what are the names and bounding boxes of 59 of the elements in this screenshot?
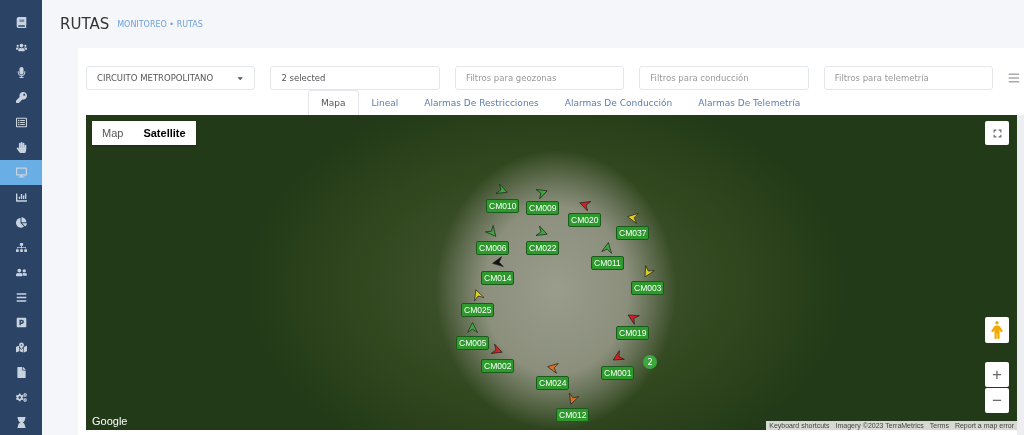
map-logo: Google (92, 415, 128, 427)
hourglass-icon (15, 417, 27, 428)
filter-field[interactable]: Filtros para geozonas (454, 66, 625, 90)
tab[interactable]: Lineal (358, 90, 412, 115)
route-select[interactable]: CIRCUITO METROPOLITANO (86, 66, 256, 90)
map-type-button[interactable]: Satellite (133, 121, 196, 145)
vehicle-label[interactable]: CM003 (631, 281, 665, 295)
vehicle-label[interactable]: CM006 (476, 241, 510, 255)
breadcrumb: MONITOREO • RUTAS (117, 19, 203, 29)
key-icon (15, 92, 27, 103)
vehicle-label[interactable]: CM009 (526, 201, 560, 215)
vehicle-select[interactable]: 2 selected (270, 66, 440, 90)
book-icon (15, 17, 27, 28)
parking-icon (15, 317, 27, 328)
gears-icon (15, 392, 27, 403)
list-icon (15, 117, 27, 128)
document-icon (15, 367, 27, 378)
map-icon (15, 342, 27, 353)
zoom-out-button[interactable]: − (985, 388, 1010, 413)
vehicle-label[interactable]: CM037 (616, 226, 650, 240)
scrollbar[interactable] (1017, 115, 1024, 435)
tab[interactable]: Alarmas De Telemetría (685, 90, 814, 115)
vehicle-label[interactable]: CM025 (461, 303, 495, 317)
vehicle-label[interactable]: CM012 (556, 408, 590, 422)
vehicle-arrow-icon[interactable] (625, 210, 641, 225)
vehicle-label[interactable]: CM001 (601, 366, 635, 380)
vehicle-label[interactable]: CM002 (481, 359, 515, 373)
zoom-in-button[interactable]: + (985, 362, 1010, 387)
vehicle-arrow-icon[interactable] (465, 320, 481, 335)
people-icon (15, 42, 27, 53)
map-type-button[interactable]: Map (92, 121, 134, 145)
microphone-icon (15, 67, 27, 78)
vehicle-label[interactable]: CM019 (616, 326, 650, 340)
cluster-marker[interactable]: 2 (643, 355, 657, 369)
users-icon (15, 267, 27, 278)
vehicle-label[interactable]: CM020 (568, 213, 602, 227)
filter-field[interactable]: Filtros para conducción (639, 66, 809, 90)
vehicle-label[interactable]: CM011 (591, 256, 624, 270)
vehicle-arrow-icon[interactable] (599, 240, 615, 255)
tab[interactable]: Alarmas De Restricciones (411, 90, 552, 115)
hand-icon (15, 142, 27, 153)
vehicle-arrow-icon[interactable] (545, 360, 561, 375)
fullscreen-button[interactable] (985, 121, 1010, 145)
vehicle-label[interactable]: CM005 (456, 336, 490, 350)
vehicle-label[interactable]: CM014 (481, 271, 515, 285)
fullscreen-icon (992, 128, 1002, 138)
vehicle-label[interactable]: CM022 (526, 241, 560, 255)
pegman-button[interactable] (985, 317, 1010, 343)
vehicle-arrow-icon[interactable] (490, 255, 506, 270)
bar-chart-icon (15, 192, 27, 203)
lines-icon (15, 292, 27, 303)
sitemap-icon (15, 242, 27, 253)
monitor-icon (15, 167, 27, 178)
tab[interactable]: Alarmas De Conducción (551, 90, 686, 115)
filter-field[interactable]: Filtros para telemetría (823, 66, 994, 90)
vehicle-label[interactable]: CM024 (536, 376, 570, 390)
page-title: RUTAS (60, 15, 110, 33)
pie-chart-icon (15, 217, 27, 228)
vehicle-label[interactable]: CM010 (486, 199, 520, 213)
